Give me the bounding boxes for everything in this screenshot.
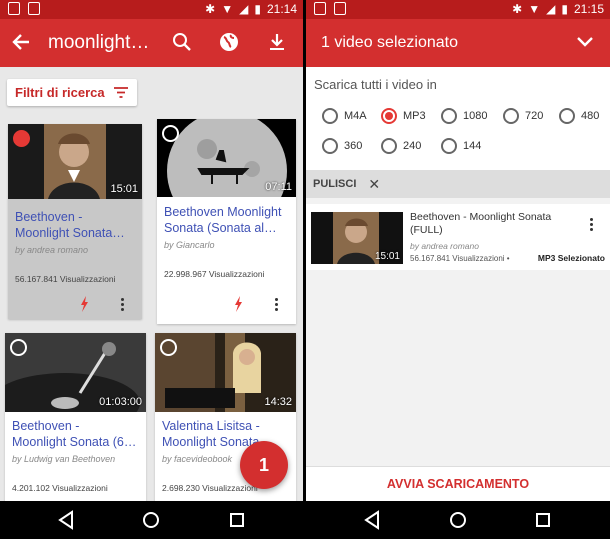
status-bar: ✱ ▼ ◢ ▮ 21:15 bbox=[306, 0, 610, 19]
duration: 01:03:00 bbox=[99, 396, 142, 408]
video-views: 56.167.841 Visualizzazioni bbox=[15, 274, 116, 284]
format-option-m4a[interactable]: M4A bbox=[322, 108, 367, 124]
wifi-icon: ▼ bbox=[221, 2, 234, 16]
battery-icon: ▮ bbox=[254, 2, 261, 16]
nav-back-icon[interactable] bbox=[361, 509, 383, 531]
search-query[interactable]: moonlight… bbox=[48, 32, 149, 54]
format-option-mp3[interactable]: MP3 bbox=[381, 108, 426, 124]
video-thumbnail: 07:11 bbox=[157, 119, 296, 197]
format-option-720[interactable]: 720 bbox=[503, 108, 543, 124]
app-bar: 1 video selezionato bbox=[306, 19, 610, 67]
more-options-icon[interactable] bbox=[121, 298, 125, 312]
select-radio[interactable] bbox=[10, 339, 27, 356]
start-download-button[interactable]: AVVIA SCARICAMENTO bbox=[306, 466, 610, 501]
back-arrow-icon[interactable] bbox=[8, 29, 34, 55]
image-icon bbox=[314, 2, 326, 15]
select-radio[interactable] bbox=[13, 130, 30, 147]
format-option-240[interactable]: 240 bbox=[381, 138, 421, 154]
signal-icon: ◢ bbox=[239, 2, 249, 16]
download-notification-icon bbox=[28, 2, 40, 15]
more-options-icon[interactable] bbox=[590, 218, 594, 232]
wifi-icon: ▼ bbox=[528, 2, 541, 16]
more-options-icon[interactable] bbox=[275, 298, 279, 312]
navigation-bar bbox=[0, 501, 303, 539]
app-bar: moonlight… bbox=[0, 19, 303, 67]
nav-back-icon[interactable] bbox=[55, 509, 77, 531]
selected-video-row[interactable]: 15:01 Beethoven - Moonlight Sonata (FULL… bbox=[306, 204, 610, 270]
search-filters-button[interactable]: Filtri di ricerca bbox=[7, 79, 137, 106]
nav-recents-icon[interactable] bbox=[532, 509, 554, 531]
clear-button[interactable]: PULISCI bbox=[313, 178, 356, 190]
download-icon[interactable] bbox=[264, 29, 290, 55]
video-author: by andrea romano bbox=[15, 245, 89, 255]
search-icon[interactable] bbox=[169, 29, 195, 55]
format-option-480[interactable]: 480 bbox=[559, 108, 599, 124]
video-title[interactable]: Beethoven - Moonlight Sonata (6… bbox=[12, 418, 140, 450]
chevron-down-icon[interactable] bbox=[572, 29, 598, 55]
video-views: 56.167.841 Visualizzazioni • bbox=[410, 254, 510, 263]
filter-label: Filtri di ricerca bbox=[15, 85, 105, 100]
download-selection-screen: ✱ ▼ ◢ ▮ 21:15 1 video selezionato Scaric… bbox=[306, 0, 610, 539]
selection-title: 1 video selezionato bbox=[321, 34, 458, 51]
duration: 15:01 bbox=[374, 251, 400, 262]
video-card[interactable]: 15:01 Beethoven - Moonlight Sonata… by a… bbox=[8, 124, 142, 319]
lightning-icon[interactable] bbox=[234, 296, 244, 312]
filter-icon bbox=[113, 87, 128, 98]
globe-icon[interactable] bbox=[216, 29, 242, 55]
video-author: by andrea romano bbox=[410, 241, 479, 251]
video-title[interactable]: Beethoven - Moonlight Sonata… bbox=[15, 209, 136, 241]
nav-home-icon[interactable] bbox=[447, 509, 469, 531]
video-card[interactable]: 07:11 Beethoven Moonlight Sonata (Sonata… bbox=[157, 119, 296, 324]
selected-count-fab[interactable]: 1 bbox=[240, 441, 288, 489]
select-radio[interactable] bbox=[160, 339, 177, 356]
bluetooth-icon: ✱ bbox=[205, 2, 216, 16]
clear-bar: PULISCI ✕ bbox=[306, 170, 610, 198]
battery-icon: ▮ bbox=[561, 2, 568, 16]
format-option-144[interactable]: 144 bbox=[441, 138, 481, 154]
duration: 14:32 bbox=[264, 396, 292, 408]
format-option-360[interactable]: 360 bbox=[322, 138, 362, 154]
nav-home-icon[interactable] bbox=[140, 509, 162, 531]
video-views: 2.698.230 Visualizzazioni bbox=[162, 483, 258, 493]
video-thumbnail: 01:03:00 bbox=[5, 333, 146, 412]
video-author: by Giancarlo bbox=[164, 240, 215, 250]
video-thumbnail: 15:01 bbox=[8, 124, 142, 199]
bluetooth-icon: ✱ bbox=[512, 2, 523, 16]
navigation-bar bbox=[306, 501, 610, 539]
format-badge: MP3 Selezionato bbox=[537, 253, 605, 263]
format-option-1080[interactable]: 1080 bbox=[441, 108, 487, 124]
video-thumbnail: 15:01 bbox=[311, 212, 403, 264]
video-thumbnail: 14:32 bbox=[155, 333, 296, 412]
close-icon[interactable]: ✕ bbox=[368, 176, 380, 193]
video-author: by facevideobook bbox=[162, 454, 233, 464]
duration: 07:11 bbox=[265, 181, 292, 193]
download-all-label: Scarica tutti i video in bbox=[314, 77, 437, 92]
video-author: by Ludwig van Beethoven bbox=[12, 454, 116, 464]
nav-recents-icon[interactable] bbox=[226, 509, 248, 531]
search-results-screen: ✱ ▼ ◢ ▮ 21:14 moonlight… Filtri di ricer… bbox=[0, 0, 303, 539]
status-bar: ✱ ▼ ◢ ▮ 21:14 bbox=[0, 0, 303, 19]
video-views: 22.998.967 Visualizzazioni bbox=[164, 269, 265, 279]
video-title: Beethoven - Moonlight Sonata (FULL) bbox=[410, 211, 552, 236]
video-card[interactable]: 01:03:00 Beethoven - Moonlight Sonata (6… bbox=[5, 333, 146, 503]
clock: 21:14 bbox=[266, 2, 297, 16]
image-icon bbox=[8, 2, 20, 15]
duration: 15:01 bbox=[110, 183, 138, 195]
download-notification-icon bbox=[334, 2, 346, 15]
format-panel: Scarica tutti i video in M4A MP3 1080 72… bbox=[306, 67, 610, 170]
signal-icon: ◢ bbox=[546, 2, 556, 16]
video-title[interactable]: Beethoven Moonlight Sonata (Sonata al… bbox=[164, 204, 290, 236]
lightning-icon[interactable] bbox=[80, 296, 90, 312]
video-views: 4.201.102 Visualizzazioni bbox=[12, 483, 108, 493]
select-radio[interactable] bbox=[162, 125, 179, 142]
clock: 21:15 bbox=[573, 2, 604, 16]
